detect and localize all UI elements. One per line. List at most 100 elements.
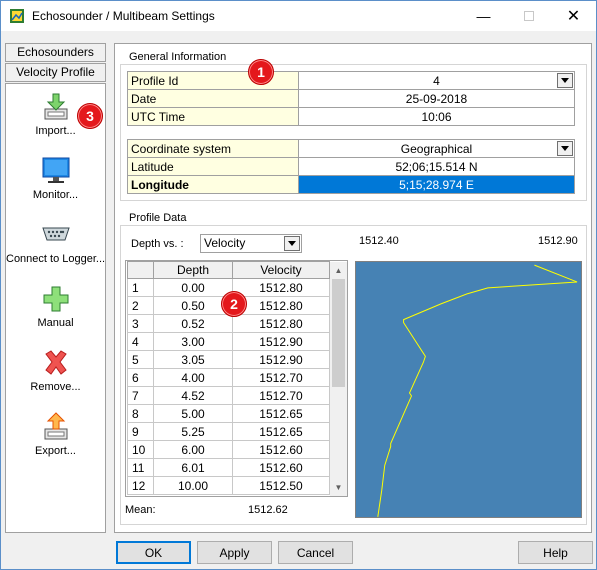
manual-action[interactable]: Manual [6,284,105,329]
minimize-icon: — [476,8,491,24]
velocity-cell[interactable]: 1512.70 [232,386,330,405]
depth-cell[interactable]: 6.00 [153,440,233,459]
velocity-cell[interactable]: 1512.70 [232,368,330,387]
minimize-button[interactable]: — [461,1,506,31]
maximize-icon [523,11,534,21]
velocity-cell[interactable]: 1512.90 [232,332,330,351]
table-row[interactable]: 4 3.00 1512.90 [127,332,330,351]
velocity-cell[interactable]: 1512.80 [232,314,330,333]
chevron-down-icon[interactable] [557,141,573,156]
monitor-label: Monitor... [32,189,79,201]
ok-button[interactable]: OK [116,541,191,564]
settings-window: Echosounder / Multibeam Settings — ✕ Ech… [0,0,597,570]
table-row[interactable]: 9 5.25 1512.65 [127,422,330,441]
mean-label: Mean: [125,504,156,516]
apply-button[interactable]: Apply [197,541,272,564]
depth-cell[interactable]: 3.05 [153,350,233,369]
tab-echosounders[interactable]: Echosounders [5,43,106,62]
row-index: 8 [127,404,154,423]
scroll-thumb[interactable] [332,279,345,387]
utc-time-value[interactable]: 10:06 [298,107,575,126]
depth-cell[interactable]: 6.01 [153,458,233,477]
general-info-table: Profile Id 4 Date 25-09-2018 UTC Time 10… [127,71,575,126]
callout-badge-3: 3 [77,103,103,129]
profile-id-row: Profile Id 4 [127,71,575,90]
velocity-cell[interactable]: 1512.90 [232,350,330,369]
table-row[interactable]: 3 0.52 1512.80 [127,314,330,333]
help-button[interactable]: Help [518,541,593,564]
longitude-value[interactable]: 5;15;28.974 E [298,175,575,194]
connect-logger-label: Connect to Logger... [6,253,106,265]
depth-column-header[interactable]: Depth [153,261,233,279]
depth-cell[interactable]: 0.00 [153,278,233,297]
velocity-profile-plot [355,261,582,518]
row-index: 7 [127,386,154,405]
date-row: Date 25-09-2018 [127,89,575,108]
scroll-up-icon[interactable]: ▲ [330,262,347,279]
plot-max-label: 1512.90 [538,235,578,247]
window-title: Echosounder / Multibeam Settings [32,9,215,23]
latitude-key: Latitude [127,157,299,176]
table-row[interactable]: 8 5.00 1512.65 [127,404,330,423]
depth-cell[interactable]: 3.00 [153,332,233,351]
coordinate-system-key: Coordinate system [127,139,299,158]
add-icon [43,286,68,312]
depth-cell[interactable]: 10.00 [153,476,233,495]
grid-corner [127,261,154,279]
close-button[interactable]: ✕ [551,1,596,31]
row-index: 9 [127,422,154,441]
depth-cell[interactable]: 5.00 [153,404,233,423]
depth-cell[interactable]: 5.25 [153,422,233,441]
latitude-value[interactable]: 52;06;15.514 N [298,157,575,176]
date-value[interactable]: 25-09-2018 [298,89,575,108]
depth-cell[interactable]: 4.00 [153,368,233,387]
profile-data-label: Profile Data [127,212,189,224]
manual-label: Manual [37,317,74,329]
row-index: 10 [127,440,154,459]
general-info-label: General Information [127,51,229,63]
monitor-action[interactable]: Monitor... [6,156,105,201]
export-action[interactable]: Export... [6,412,105,457]
velocity-cell[interactable]: 1512.60 [232,440,330,459]
longitude-row: Longitude 5;15;28.974 E [127,175,575,194]
chevron-down-icon[interactable] [557,73,573,88]
velocity-column-header[interactable]: Velocity [232,261,330,279]
row-index: 5 [127,350,154,369]
table-row[interactable]: 6 4.00 1512.70 [127,368,330,387]
profile-id-dropdown[interactable]: 4 [298,71,575,90]
velocity-cell[interactable]: 1512.80 [232,278,330,297]
table-row[interactable]: 12 10.00 1512.50 [127,476,330,495]
coordinate-system-value: Geographical [400,141,473,156]
table-row[interactable]: 7 4.52 1512.70 [127,386,330,405]
remove-action[interactable]: Remove... [6,348,105,393]
maximize-button[interactable] [506,1,551,31]
mean-value: 1512.62 [248,504,288,516]
velocity-cell[interactable]: 1512.80 [232,296,330,315]
grid-header: Depth Velocity [127,261,330,279]
depth-cell[interactable]: 0.52 [153,314,233,333]
remove-icon [44,350,67,375]
connect-logger-action[interactable]: Connect to Logger... [6,220,105,265]
depth-vs-select[interactable]: Velocity [200,234,302,253]
grid-scrollbar[interactable]: ▲ ▼ [330,262,347,496]
export-label: Export... [35,445,76,457]
table-row[interactable]: 10 6.00 1512.60 [127,440,330,459]
tab-velocity-profile[interactable]: Velocity Profile [5,63,106,82]
chevron-down-icon[interactable] [284,236,300,251]
scroll-down-icon[interactable]: ▼ [330,479,347,496]
velocity-cell[interactable]: 1512.60 [232,458,330,477]
callout-badge-1: 1 [248,59,274,85]
table-row[interactable]: 11 6.01 1512.60 [127,458,330,477]
coordinate-system-dropdown[interactable]: Geographical [298,139,575,158]
velocity-cell[interactable]: 1512.65 [232,404,330,423]
table-row[interactable]: 5 3.05 1512.90 [127,350,330,369]
import-icon [44,93,67,120]
callout-badge-2: 2 [221,291,247,317]
export-icon [44,412,67,440]
velocity-cell[interactable]: 1512.65 [232,422,330,441]
cancel-button[interactable]: Cancel [278,541,353,564]
depth-cell[interactable]: 4.52 [153,386,233,405]
velocity-cell[interactable]: 1512.50 [232,476,330,495]
date-key: Date [127,89,299,108]
monitor-icon [42,157,69,183]
